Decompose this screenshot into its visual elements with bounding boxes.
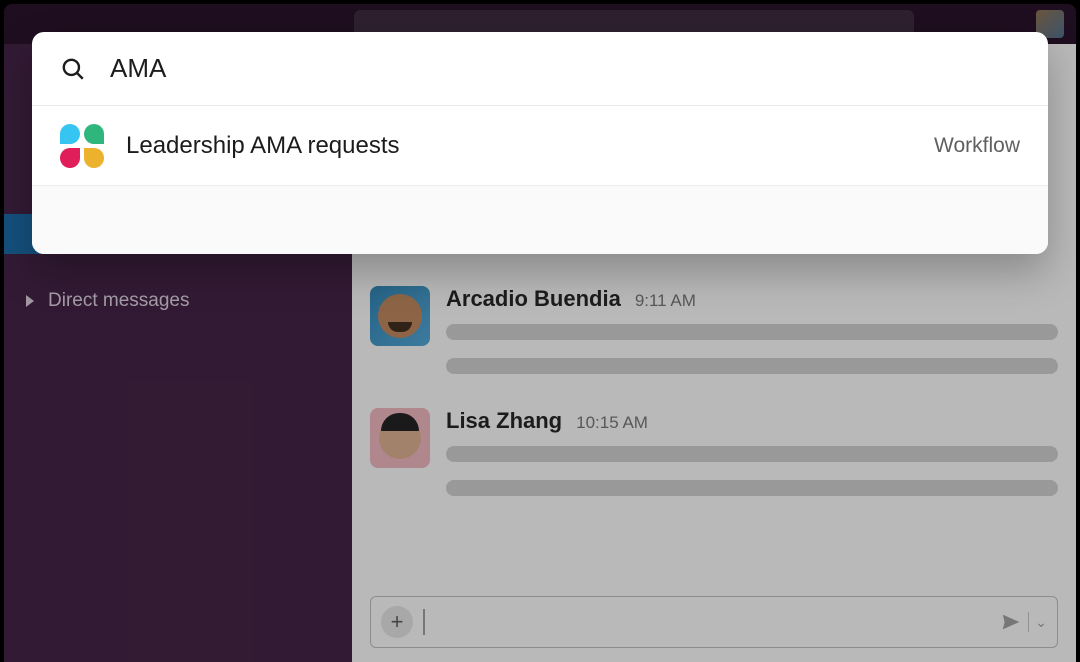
search-result-type: Workflow (934, 134, 1020, 158)
search-popover-footer (32, 186, 1048, 254)
app-frame: Direct messages Arcadio Buendia 9:11 AM (4, 4, 1076, 662)
search-result-title: Leadership AMA requests (126, 132, 400, 160)
search-input[interactable] (110, 53, 1020, 84)
workflow-icon (60, 124, 104, 168)
search-input-row (32, 32, 1048, 106)
search-result[interactable]: Leadership AMA requests Workflow (32, 106, 1048, 186)
search-popover: Leadership AMA requests Workflow (32, 32, 1048, 254)
search-icon (60, 56, 86, 82)
